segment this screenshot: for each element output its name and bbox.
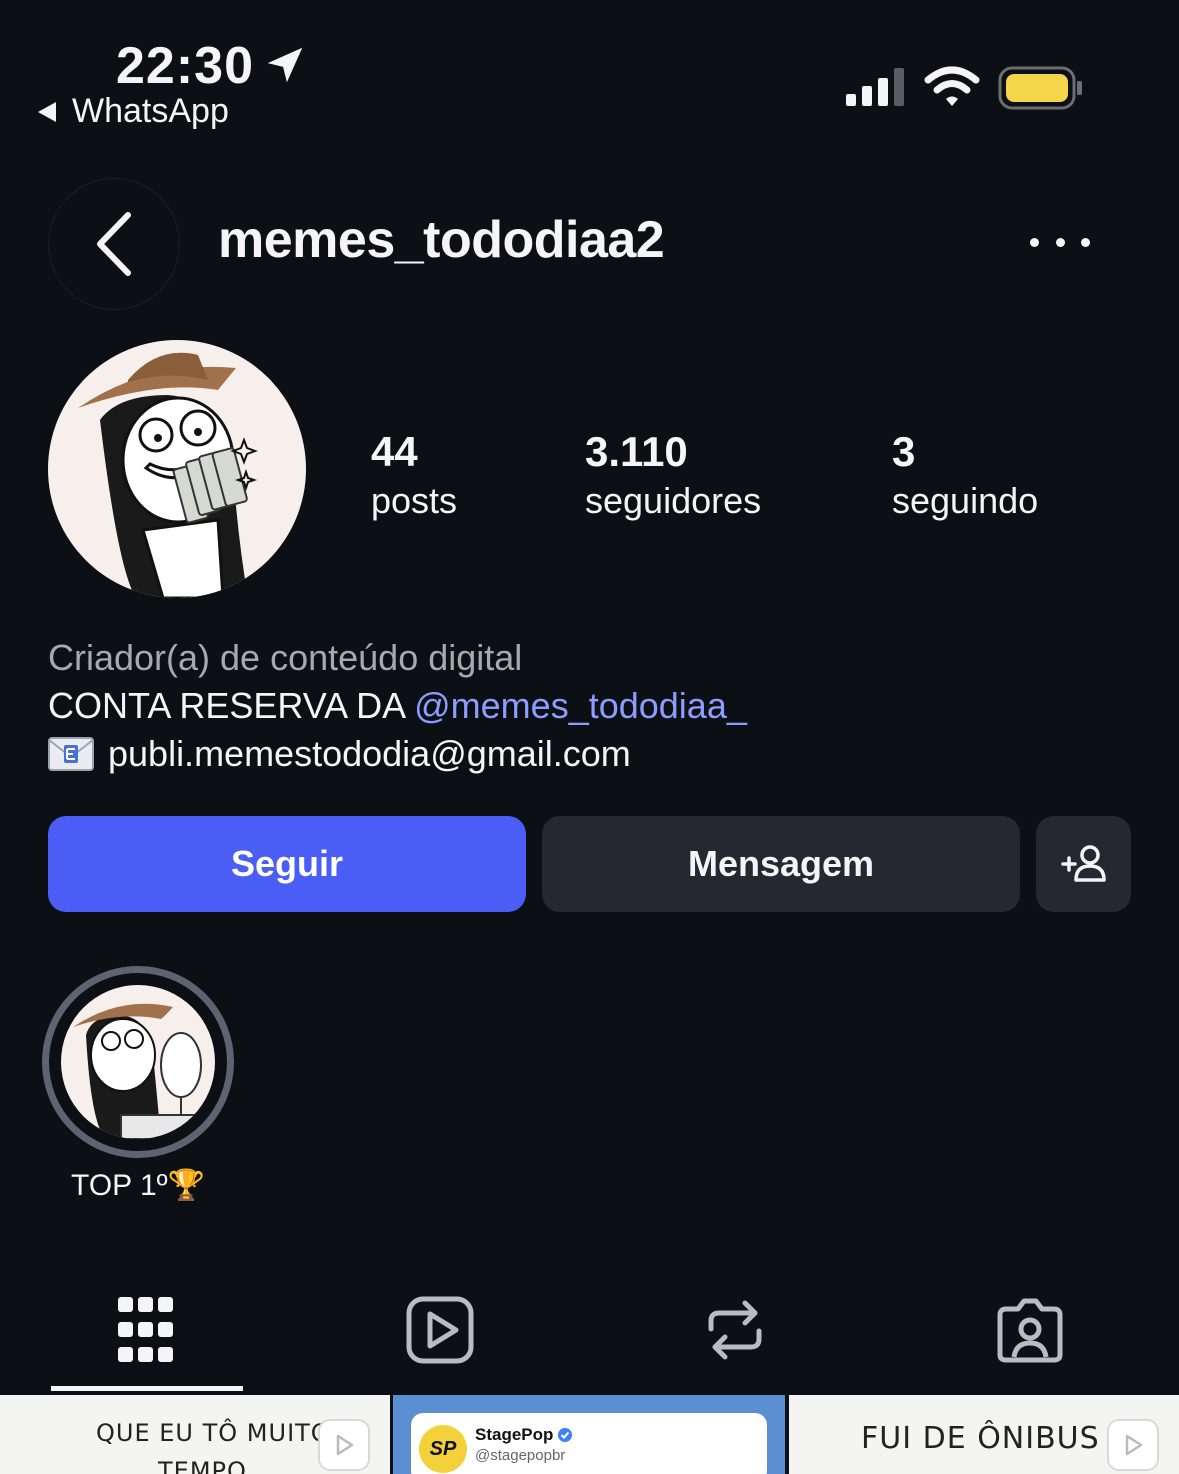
- following-stat[interactable]: 3 seguindo: [892, 428, 1038, 522]
- post-caption-text-2: TEMPO: [158, 1457, 247, 1474]
- stagepop-logo-icon: SP: [419, 1425, 467, 1473]
- tab-posts-grid[interactable]: [106, 1290, 186, 1370]
- bio-email[interactable]: publi.memestododia@gmail.com: [108, 730, 631, 778]
- repost-icon: [708, 1300, 762, 1360]
- posts-label: posts: [371, 480, 458, 521]
- posts-stat[interactable]: 44 posts: [371, 428, 457, 522]
- post-caption-text: QUE EU TÔ MUITO: [96, 1419, 331, 1447]
- message-button[interactable]: Mensagem: [542, 816, 1020, 912]
- following-label: seguindo: [892, 480, 1039, 521]
- envelope-icon: [48, 737, 94, 771]
- add-person-icon: [1060, 845, 1106, 882]
- tweet-card: SP StagePop @stagepopbr: [411, 1413, 767, 1474]
- cellular-signal-icon: [846, 68, 904, 106]
- verified-badge-icon: [558, 1428, 573, 1442]
- posts-count: 44: [371, 428, 418, 475]
- suggest-user-button[interactable]: [1036, 816, 1131, 912]
- profile-category: Criador(a) de conteúdo digital: [48, 637, 523, 678]
- reel-play-icon: [1107, 1419, 1159, 1471]
- back-button[interactable]: [48, 178, 180, 310]
- location-arrow-icon: [267, 47, 303, 83]
- story-highlight[interactable]: [42, 966, 234, 1158]
- followers-label: seguidores: [585, 480, 762, 521]
- grid-post[interactable]: QUE EU TÔ MUITO TEMPO: [0, 1395, 390, 1474]
- chevron-left-icon: [97, 212, 131, 276]
- profile-username: memes_tododiaa2: [218, 211, 665, 269]
- grid-icon: [118, 1297, 173, 1362]
- reels-icon: [406, 1296, 474, 1364]
- tweet-author-name: StagePop: [475, 1425, 554, 1444]
- tab-tagged[interactable]: [990, 1290, 1070, 1370]
- reel-play-icon: [318, 1419, 370, 1471]
- tab-reels[interactable]: [400, 1290, 480, 1370]
- bio-email-line: publi.memestododia@gmail.com: [48, 730, 631, 778]
- status-time: 22:30: [116, 37, 254, 95]
- back-triangle-icon: [38, 101, 56, 122]
- battery-icon: [998, 66, 1082, 110]
- tweet-author: StagePop: [475, 1425, 573, 1445]
- tagged-person-icon: [997, 1298, 1063, 1363]
- bio-line: CONTA RESERVA DA @memes_tododiaa_: [48, 682, 747, 730]
- dot: [1030, 237, 1039, 247]
- following-count: 3: [892, 428, 916, 475]
- back-to-app-link[interactable]: WhatsApp: [38, 92, 229, 131]
- active-tab-indicator: [51, 1386, 243, 1391]
- avatar-illustration: [78, 352, 258, 598]
- post-caption-text: FUI DE ÔNIBUS: [861, 1421, 1100, 1456]
- tweet-handle: @stagepopbr: [475, 1447, 566, 1464]
- wifi-icon: [924, 66, 980, 106]
- bio-text: CONTA RESERVA DA: [48, 685, 415, 726]
- more-options-button[interactable]: [1030, 222, 1090, 262]
- back-app-label: WhatsApp: [72, 92, 229, 130]
- grid-post[interactable]: SP StagePop @stagepopbr: [393, 1395, 785, 1474]
- dot: [1081, 237, 1090, 247]
- highlight-illustration: [73, 1003, 202, 1139]
- highlight-cover: [61, 985, 215, 1139]
- dot: [1055, 237, 1065, 247]
- highlight-label: TOP 1º🏆: [71, 1169, 205, 1202]
- bio-mention-link[interactable]: @memes_tododiaa_: [414, 685, 747, 726]
- tab-reposts[interactable]: [695, 1290, 775, 1370]
- grid-post[interactable]: FUI DE ÔNIBUS: [789, 1395, 1179, 1474]
- profile-avatar[interactable]: [48, 340, 306, 598]
- followers-stat[interactable]: 3.110 seguidores: [585, 428, 761, 522]
- followers-count: 3.110: [585, 428, 688, 475]
- follow-button[interactable]: Seguir: [48, 816, 526, 912]
